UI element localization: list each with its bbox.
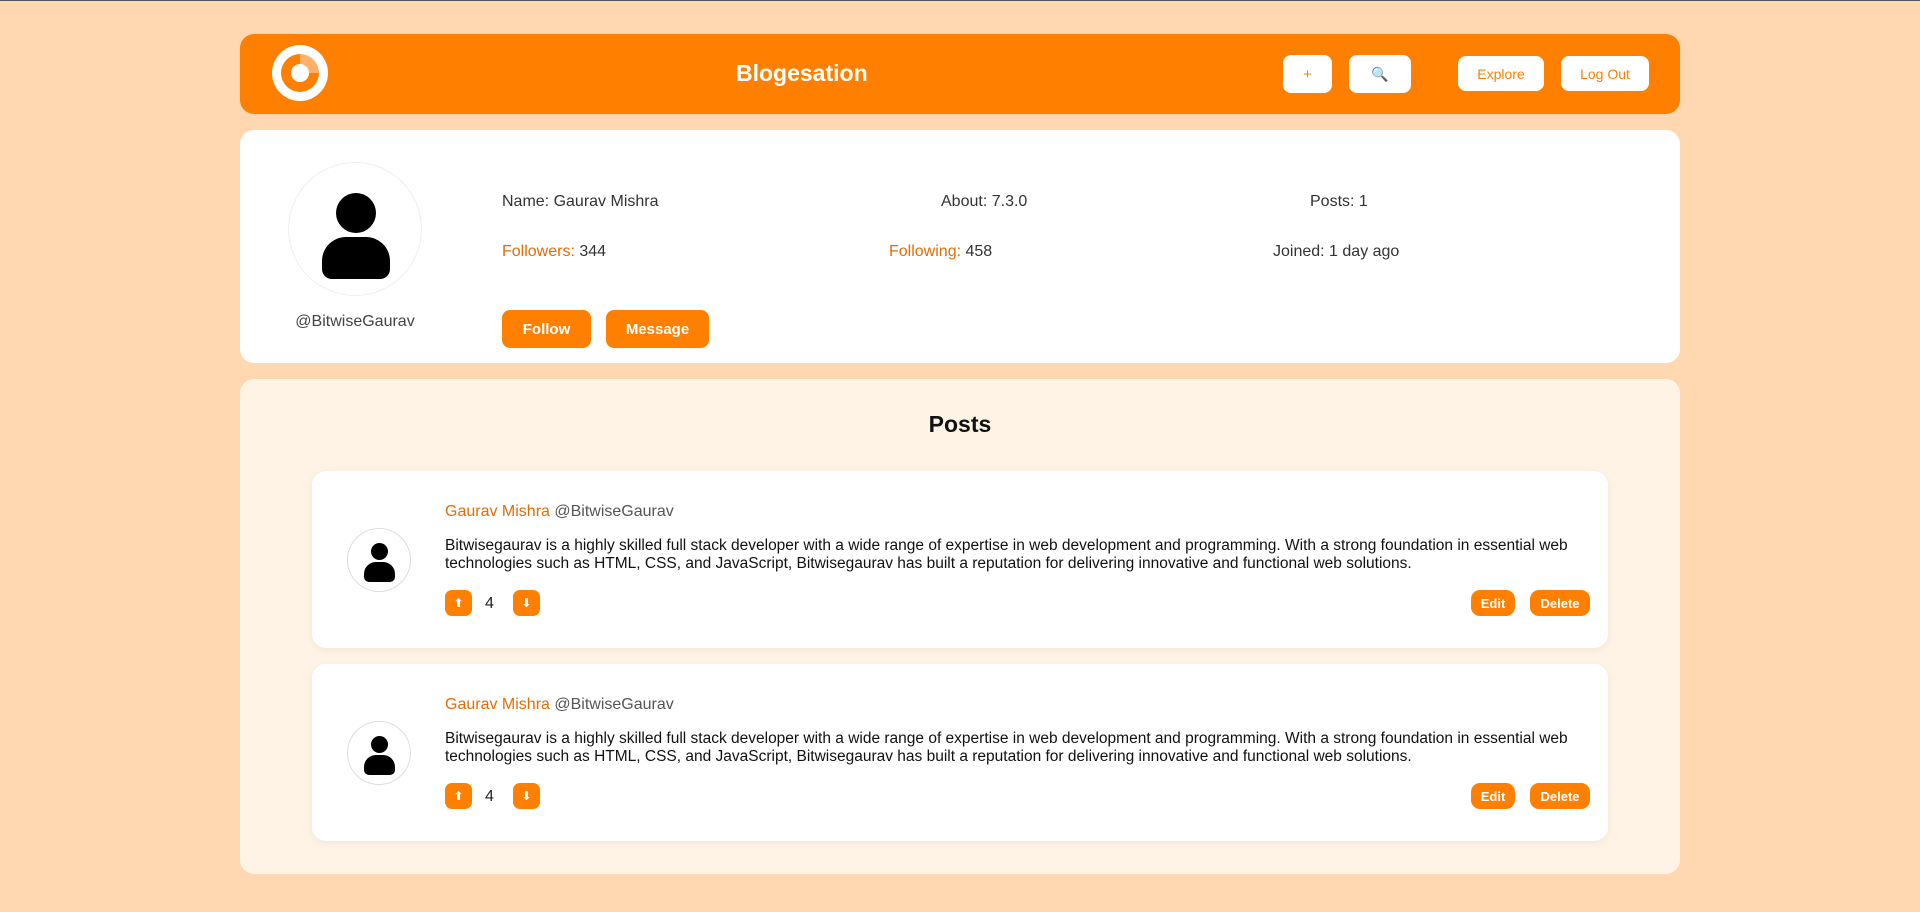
post-card: Gaurav Mishra @BitwiseGaurav Bitwisegaur… xyxy=(312,664,1608,841)
explore-button[interactable]: Explore xyxy=(1458,56,1544,91)
post-author-handle: @BitwiseGaurav xyxy=(554,503,674,520)
following-value: 458 xyxy=(965,243,993,260)
profile-name: Name: Gaurav Mishra xyxy=(502,193,659,211)
profile-followers[interactable]: Followers: 344 xyxy=(502,243,606,261)
arrow-up-icon: ⬆ xyxy=(453,789,464,803)
post-card: Gaurav Mishra @BitwiseGaurav Bitwisegaur… xyxy=(312,471,1608,648)
search-icon: 🔍 xyxy=(1371,65,1389,82)
posts-section: Posts Gaurav Mishra @BitwiseGaurav Bitwi… xyxy=(240,379,1680,874)
profile-card: @BitwiseGaurav Name: Gaurav Mishra About… xyxy=(240,130,1680,363)
arrow-up-icon: ⬆ xyxy=(453,596,464,610)
follow-button[interactable]: Follow xyxy=(502,310,591,348)
upvote-button[interactable]: ⬆ xyxy=(445,783,472,809)
followers-value: 344 xyxy=(579,243,607,260)
about-value: 7.3.0 xyxy=(991,193,1028,210)
avatar xyxy=(288,162,422,296)
message-button[interactable]: Message xyxy=(606,310,709,348)
name-label: Name: xyxy=(502,193,550,210)
following-label: Following: xyxy=(889,243,962,260)
downvote-button[interactable]: ⬇ xyxy=(513,590,540,616)
vote-count: 4 xyxy=(485,595,494,612)
vote-count: 4 xyxy=(485,788,494,805)
post-author-name[interactable]: Gaurav Mishra xyxy=(445,503,550,520)
search-button[interactable]: 🔍 xyxy=(1349,55,1411,93)
profile-handle: @BitwiseGaurav xyxy=(295,313,415,330)
followers-label: Followers: xyxy=(502,243,575,260)
profile-about: About: 7.3.0 xyxy=(941,193,1027,211)
delete-button[interactable]: Delete xyxy=(1530,783,1590,809)
edit-button[interactable]: Edit xyxy=(1471,590,1515,616)
about-label: About: xyxy=(941,193,988,210)
edit-button[interactable]: Edit xyxy=(1471,783,1515,809)
profile-joined: Joined: 1 day ago xyxy=(1273,243,1399,261)
post-author-handle: @BitwiseGaurav xyxy=(554,696,674,713)
profile-posts-count: Posts: 1 xyxy=(1310,193,1368,211)
joined-value: 1 day ago xyxy=(1329,243,1400,260)
upvote-button[interactable]: ⬆ xyxy=(445,590,472,616)
post-author: Gaurav Mishra @BitwiseGaurav xyxy=(445,503,674,521)
arrow-down-icon: ⬇ xyxy=(521,596,532,610)
post-avatar xyxy=(347,721,411,785)
post-avatar xyxy=(347,528,411,592)
post-text: Bitwisegaurav is a highly skilled full s… xyxy=(445,537,1568,572)
logout-button[interactable]: Log Out xyxy=(1561,56,1649,91)
posts-title: Posts xyxy=(928,411,992,437)
navbar: Blogesation + 🔍 Explore Log Out xyxy=(240,34,1680,114)
joined-label: Joined: xyxy=(1273,243,1325,260)
post-author-name[interactable]: Gaurav Mishra xyxy=(445,696,550,713)
delete-button[interactable]: Delete xyxy=(1530,590,1590,616)
add-post-button[interactable]: + xyxy=(1283,55,1332,93)
profile-following[interactable]: Following: 458 xyxy=(889,243,992,261)
name-value: Gaurav Mishra xyxy=(553,193,659,210)
posts-value: 1 xyxy=(1358,193,1368,210)
posts-label: Posts: xyxy=(1310,193,1355,210)
post-text: Bitwisegaurav is a highly skilled full s… xyxy=(445,730,1568,765)
logo-icon[interactable] xyxy=(272,45,328,101)
post-author: Gaurav Mishra @BitwiseGaurav xyxy=(445,696,674,714)
plus-icon: + xyxy=(1303,65,1312,83)
arrow-down-icon: ⬇ xyxy=(521,789,532,803)
downvote-button[interactable]: ⬇ xyxy=(513,783,540,809)
brand-title: Blogesation xyxy=(736,60,868,86)
